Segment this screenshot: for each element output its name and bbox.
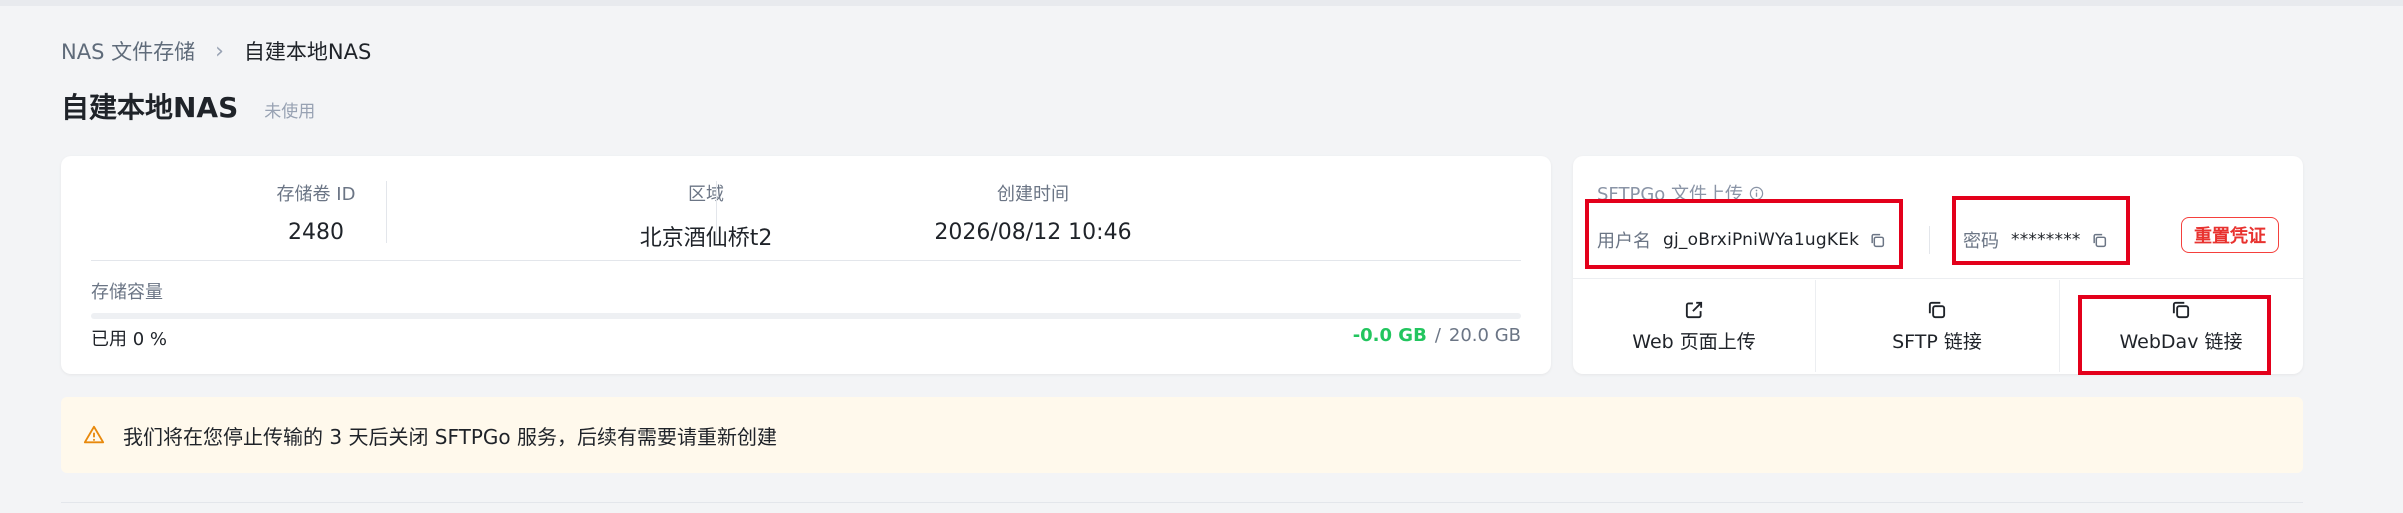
webdav-link-button[interactable]: WebDav 链接 bbox=[2060, 280, 2302, 372]
capacity-label: 存储容量 bbox=[91, 282, 163, 303]
capacity-slash: / bbox=[1434, 325, 1441, 346]
username-value: gj_oBrxiPniWYa1ugKEk bbox=[1663, 230, 1860, 250]
title-row: 自建本地NAS 未使用 bbox=[61, 86, 315, 126]
username-field: 用户名 gj_oBrxiPniWYa1ugKEk bbox=[1597, 220, 1886, 260]
created-stat: 创建时间 2026/08/12 10:46 bbox=[793, 180, 1273, 245]
sftp-link-button[interactable]: SFTP 链接 bbox=[1816, 280, 2058, 372]
info-icon[interactable] bbox=[1749, 186, 1764, 201]
status-badge: 未使用 bbox=[264, 102, 316, 122]
sftp-link-label: SFTP 链接 bbox=[1892, 330, 1982, 353]
password-label: 密码 bbox=[1963, 231, 1999, 252]
external-link-icon bbox=[1685, 301, 1703, 318]
password-value: ******** bbox=[2011, 230, 2081, 250]
breadcrumb: NAS 文件存储 › 自建本地NAS bbox=[61, 36, 371, 66]
capacity-used-percent: 已用 0 % bbox=[91, 329, 167, 350]
warning-icon bbox=[83, 425, 105, 444]
page-title: 自建本地NAS bbox=[61, 91, 239, 124]
web-upload-label: Web 页面上传 bbox=[1632, 330, 1756, 353]
warning-notice-text: 我们将在您停止传输的 3 天后关闭 SFTPGo 服务，后续有需要请重新创建 bbox=[123, 424, 778, 449]
copy-icon bbox=[2172, 301, 2190, 318]
breadcrumb-current: 自建本地NAS bbox=[243, 40, 372, 64]
created-value: 2026/08/12 10:46 bbox=[934, 220, 1132, 245]
credential-divider bbox=[1929, 226, 1930, 254]
capacity-used-value: -0.0 GB bbox=[1352, 325, 1427, 346]
capacity-summary: -0.0 GB / 20.0 GB bbox=[1353, 325, 1521, 346]
top-divider bbox=[0, 0, 2403, 6]
reset-credentials-button[interactable]: 重置凭证 bbox=[2181, 217, 2279, 253]
storage-info-card: 存储卷 ID 2480 区域 北京酒仙桥t2 创建时间 2026/08/12 1… bbox=[61, 156, 1551, 374]
stat-divider bbox=[716, 181, 717, 243]
copy-password-icon[interactable] bbox=[2091, 232, 2108, 249]
created-label: 创建时间 bbox=[997, 184, 1069, 205]
sftpgo-title-text: SFTPGo 文件上传 bbox=[1597, 184, 1743, 205]
breadcrumb-nas-storage-link[interactable]: NAS 文件存储 bbox=[61, 36, 195, 66]
sftpgo-card: SFTPGo 文件上传 用户名 gj_oBrxiPniWYa1ugKEk 密码 … bbox=[1573, 156, 2303, 374]
warning-notice: 我们将在您停止传输的 3 天后关闭 SFTPGo 服务，后续有需要请重新创建 bbox=[61, 397, 2303, 473]
copy-icon bbox=[1928, 301, 1946, 318]
web-upload-button[interactable]: Web 页面上传 bbox=[1573, 280, 1815, 372]
bottom-divider bbox=[61, 502, 2303, 503]
sftpgo-title: SFTPGo 文件上传 bbox=[1597, 180, 1764, 206]
copy-username-icon[interactable] bbox=[1869, 232, 1886, 249]
card-divider bbox=[1573, 278, 2303, 279]
password-field: 密码 ******** bbox=[1963, 220, 2108, 260]
capacity-total-value: 20.0 GB bbox=[1448, 325, 1521, 346]
card-divider bbox=[91, 260, 1521, 261]
webdav-link-label: WebDav 链接 bbox=[2119, 330, 2243, 353]
username-label: 用户名 bbox=[1597, 231, 1651, 252]
breadcrumb-chevron-icon: › bbox=[215, 38, 224, 64]
capacity-progress-bar bbox=[91, 313, 1521, 319]
